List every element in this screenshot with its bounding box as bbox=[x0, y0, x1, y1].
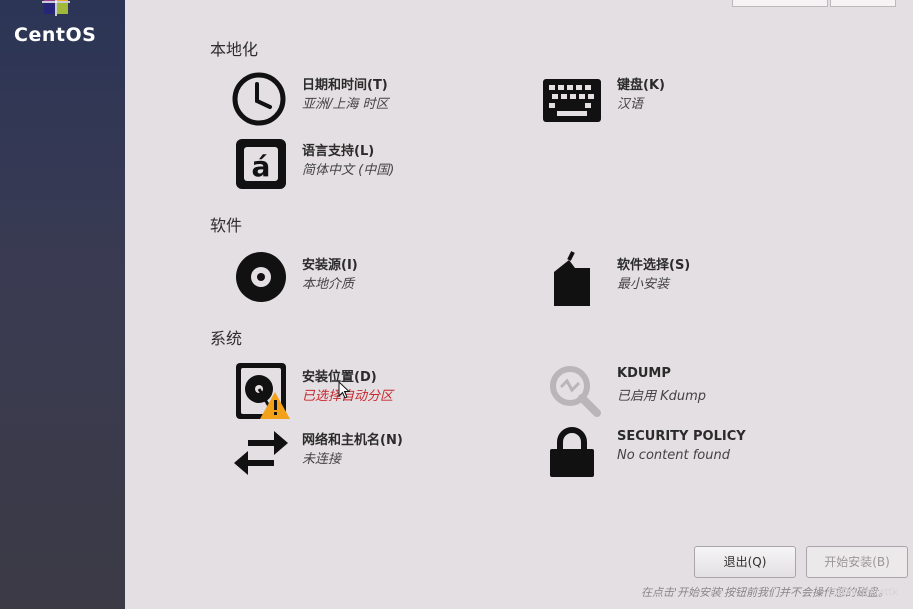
spoke-installation-source[interactable]: 安装源(I) 本地介质 bbox=[230, 250, 490, 310]
spoke-software-selection-title: 软件选择(S) bbox=[617, 258, 691, 273]
section-software: 软件 bbox=[210, 216, 243, 235]
spoke-network-status: 未连接 bbox=[302, 452, 342, 467]
spoke-kdump-status: 已启用 Kdump bbox=[617, 389, 707, 404]
section-localization: 本地化 bbox=[210, 40, 259, 59]
spoke-language-title: 语言支持(L) bbox=[302, 144, 375, 159]
spoke-datetime[interactable]: 日期和时间(T) 亚洲/上海 时区 bbox=[230, 70, 490, 130]
spoke-security-policy[interactable]: SECURITY POLICY No content found bbox=[545, 425, 805, 485]
svg-text:á: á bbox=[252, 150, 271, 183]
spoke-keyboard-title: 键盘(K) bbox=[617, 78, 665, 93]
spoke-security-policy-title: SECURITY POLICY bbox=[617, 429, 746, 444]
spoke-datetime-title: 日期和时间(T) bbox=[302, 78, 388, 93]
lock-icon bbox=[550, 427, 594, 477]
spoke-network[interactable]: 网络和主机名(N) 未连接 bbox=[230, 425, 490, 485]
spoke-kdump-title: KDUMP bbox=[617, 366, 671, 381]
magnifier-icon bbox=[550, 366, 601, 417]
disc-icon bbox=[236, 252, 286, 302]
spoke-keyboard[interactable]: 键盘(K) 汉语 bbox=[541, 70, 801, 130]
brand-name: CentOS bbox=[14, 24, 97, 46]
network-arrows-icon bbox=[234, 431, 288, 475]
spoke-security-policy-status: No content found bbox=[617, 448, 730, 463]
section-system: 系统 bbox=[210, 329, 243, 348]
sidebar: CentOS bbox=[0, 0, 125, 609]
spoke-network-title: 网络和主机名(N) bbox=[302, 433, 403, 448]
begin-installation-button[interactable]: 开始安装(B) bbox=[806, 546, 908, 578]
watermark: CSDN @lvattk bbox=[828, 587, 899, 598]
spoke-kdump[interactable]: KDUMP 已启用 Kdump bbox=[545, 362, 805, 422]
mouse-cursor-icon bbox=[338, 381, 350, 399]
package-icon bbox=[554, 251, 590, 306]
hard-disk-warning-icon bbox=[236, 363, 290, 419]
spoke-software-selection[interactable]: 软件选择(S) 最小安装 bbox=[545, 250, 805, 310]
spoke-datetime-status: 亚洲/上海 时区 bbox=[302, 97, 389, 112]
keyboard-icon bbox=[543, 79, 601, 122]
spoke-installation-source-status: 本地介质 bbox=[302, 277, 355, 292]
clock-icon bbox=[232, 72, 286, 126]
spoke-installation-destination[interactable]: 安装位置(D) 已选择自动分区 bbox=[230, 362, 490, 422]
spoke-language-status: 简体中文 (中国) bbox=[302, 163, 395, 178]
spoke-software-selection-status: 最小安装 bbox=[617, 277, 670, 292]
quit-button[interactable]: 退出(Q) bbox=[694, 546, 796, 578]
spoke-installation-source-title: 安装源(I) bbox=[302, 258, 358, 273]
language-icon: á bbox=[236, 139, 286, 189]
spoke-language[interactable]: á 语言支持(L) 简体中文 (中国) bbox=[230, 136, 490, 196]
help-button[interactable] bbox=[830, 0, 896, 7]
spoke-keyboard-status: 汉语 bbox=[617, 97, 644, 112]
keyboard-layout-indicator[interactable] bbox=[732, 0, 828, 7]
centos-logo-icon bbox=[42, 0, 70, 16]
